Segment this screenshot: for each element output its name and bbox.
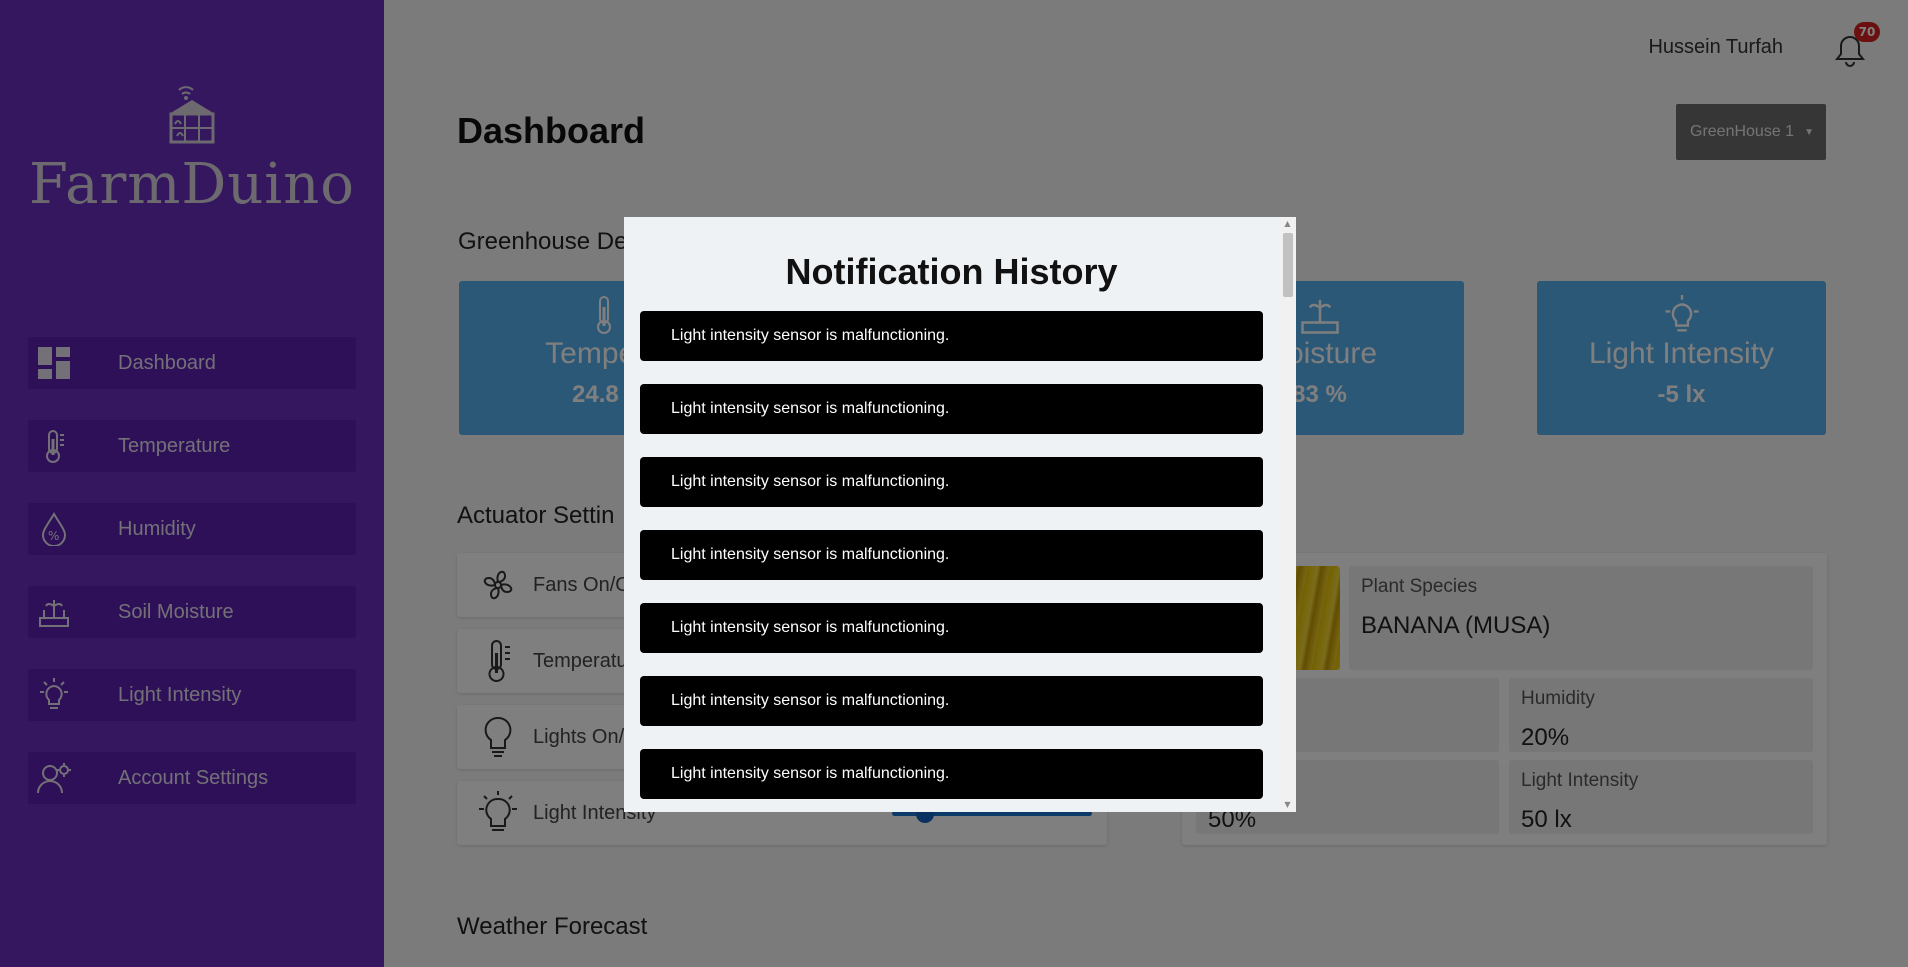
notification-item[interactable]: Light intensity sensor is malfunctioning… bbox=[640, 603, 1263, 653]
modal-scrollbar[interactable]: ▲ ▼ bbox=[1279, 217, 1296, 812]
notification-item[interactable]: Light intensity sensor is malfunctioning… bbox=[640, 311, 1263, 361]
notification-item[interactable]: Light intensity sensor is malfunctioning… bbox=[640, 676, 1263, 726]
notification-history-modal: Notification History Light intensity sen… bbox=[624, 217, 1296, 812]
notification-list: Light intensity sensor is malfunctioning… bbox=[640, 311, 1263, 812]
scroll-up-arrow-icon[interactable]: ▲ bbox=[1279, 217, 1296, 231]
notification-item[interactable]: Light intensity sensor is malfunctioning… bbox=[640, 749, 1263, 799]
notification-item[interactable]: Light intensity sensor is malfunctioning… bbox=[640, 457, 1263, 507]
notification-item[interactable]: Light intensity sensor is malfunctioning… bbox=[640, 530, 1263, 580]
notification-item[interactable]: Light intensity sensor is malfunctioning… bbox=[640, 384, 1263, 434]
modal-title: Notification History bbox=[785, 251, 1118, 292]
scroll-down-arrow-icon[interactable]: ▼ bbox=[1279, 798, 1296, 812]
scroll-thumb[interactable] bbox=[1283, 233, 1293, 297]
